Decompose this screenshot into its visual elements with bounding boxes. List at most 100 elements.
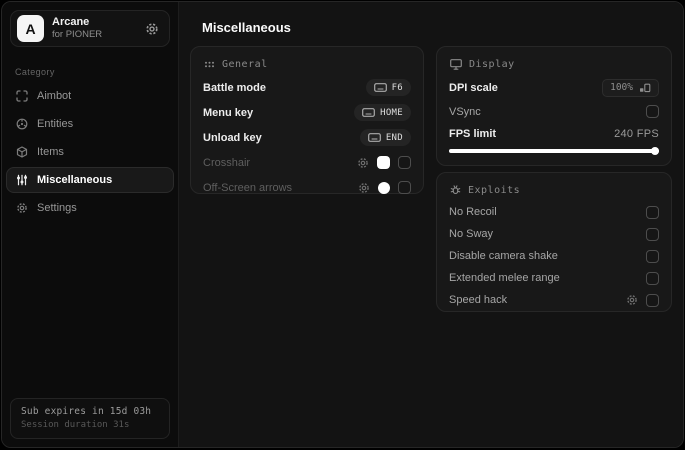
setting-row-unload-key: Unload key END: [203, 125, 411, 150]
keyboard-icon: [362, 108, 376, 117]
sidebar-item-label: Settings: [37, 202, 77, 214]
subscription-info: Sub expires in 15d 03h Session duration …: [10, 398, 170, 439]
sliders-icon: [16, 174, 28, 186]
general-panel: General Battle mode F6 Menu key HOME Unl…: [190, 46, 424, 194]
exploits-panel-header: Exploits: [450, 185, 659, 196]
display-panel-header: Display: [450, 59, 659, 70]
setting-label: Crosshair: [203, 156, 251, 169]
gear-icon[interactable]: [358, 182, 370, 194]
sidebar-item-settings[interactable]: Settings: [6, 195, 174, 221]
setting-row-menu-key: Menu key HOME: [203, 100, 411, 125]
sidebar-item-miscellaneous[interactable]: Miscellaneous: [6, 167, 174, 193]
setting-row-no-sway: No Sway: [449, 223, 659, 245]
setting-label: Menu key: [203, 106, 254, 119]
scale-icon: [639, 83, 651, 93]
sidebar-item-items[interactable]: Items: [6, 139, 174, 165]
setting-row-speed-hack: Speed hack: [449, 289, 659, 311]
keybind-badge[interactable]: HOME: [354, 104, 411, 121]
sub-expires-text: Sub expires in 15d 03h: [21, 406, 152, 417]
panel-header-label: Exploits: [468, 185, 521, 196]
setting-row-disable-camera-shake: Disable camera shake: [449, 245, 659, 267]
setting-row-crosshair: Crosshair: [203, 150, 411, 175]
scan-icon: [16, 90, 28, 102]
keyboard-icon: [367, 133, 381, 142]
disable-camera-shake-checkbox[interactable]: [646, 249, 659, 263]
keybind-value: F6: [391, 82, 403, 93]
app-title-block: Arcane for PIONER: [52, 16, 137, 42]
general-panel-header: General: [204, 59, 411, 70]
setting-label: VSync: [449, 105, 481, 118]
grid-icon: [204, 59, 215, 70]
setting-label: Unload key: [203, 131, 262, 144]
extended-melee-range-checkbox[interactable]: [646, 271, 659, 285]
bug-icon: [450, 185, 461, 196]
sidebar-item-entities[interactable]: Entities: [6, 111, 174, 137]
app-name: Arcane: [52, 15, 90, 28]
setting-row-fps-limit: FPS limit 240 FPS: [449, 123, 659, 144]
setting-label: Off-Screen arrows: [203, 181, 293, 194]
keybind-value: HOME: [380, 107, 403, 118]
no-recoil-checkbox[interactable]: [646, 205, 659, 219]
setting-row-extended-melee-range: Extended melee range: [449, 267, 659, 289]
exploits-panel: Exploits No Recoil No Sway Disable camer…: [436, 172, 672, 312]
vsync-checkbox[interactable]: [646, 105, 659, 118]
app-subtitle: for PIONER: [52, 29, 103, 41]
offscreen-arrows-checkbox[interactable]: [398, 181, 411, 194]
keybind-value: END: [385, 132, 403, 143]
setting-label: No Sway: [449, 228, 494, 240]
keyboard-icon: [373, 83, 387, 92]
dpi-scale-select[interactable]: 100%: [602, 78, 659, 97]
logo-letter: A: [25, 20, 36, 37]
sidebar-item-label: Miscellaneous: [37, 174, 113, 186]
setting-label: Extended melee range: [449, 272, 560, 284]
panel-header-label: Display: [469, 59, 515, 70]
cube-icon: [16, 146, 28, 158]
fps-limit-value: 240 FPS: [614, 127, 659, 140]
gear-icon[interactable]: [357, 157, 369, 169]
sidebar-item-label: Items: [37, 146, 64, 158]
setting-controls: [357, 156, 411, 169]
gear-icon[interactable]: [626, 294, 638, 306]
gear-icon[interactable]: [145, 22, 159, 36]
app-logo: A: [17, 15, 44, 42]
setting-label: DPI scale: [449, 81, 498, 94]
setting-row-vsync: VSync: [449, 100, 659, 123]
sidebar-item-aimbot[interactable]: Aimbot: [6, 83, 174, 109]
setting-row-no-recoil: No Recoil: [449, 201, 659, 223]
monitor-icon: [450, 59, 462, 70]
color-swatch[interactable]: [378, 181, 390, 194]
setting-label: Battle mode: [203, 81, 266, 94]
app-header-card: A Arcane for PIONER: [10, 10, 170, 47]
sidebar-item-label: Entities: [37, 118, 74, 130]
sidebar-nav: Aimbot Entities Items Miscellaneous Sett…: [2, 83, 178, 221]
setting-label: FPS limit: [449, 127, 497, 140]
slider-thumb[interactable]: [651, 147, 659, 155]
setting-label: No Recoil: [449, 206, 497, 218]
setting-label: Speed hack: [449, 294, 508, 306]
speed-hack-checkbox[interactable]: [646, 293, 659, 307]
setting-row-battle-mode: Battle mode F6: [203, 75, 411, 100]
page-title: Miscellaneous: [202, 20, 291, 35]
setting-row-dpi-scale: DPI scale 100%: [449, 75, 659, 100]
keybind-badge[interactable]: F6: [365, 79, 411, 96]
gear-icon: [16, 202, 28, 214]
sidebar: A Arcane for PIONER Category Aimbot Enti…: [2, 2, 179, 447]
category-label: Category: [15, 67, 55, 77]
dpi-scale-value: 100%: [610, 82, 633, 93]
setting-controls: [358, 181, 411, 194]
keybind-badge[interactable]: END: [359, 129, 411, 146]
no-sway-checkbox[interactable]: [646, 227, 659, 241]
session-duration-text: Session duration 31s: [21, 420, 130, 430]
main-content: Miscellaneous General Battle mode F6 Men…: [179, 2, 683, 447]
setting-controls: [626, 293, 659, 307]
app-window: A Arcane for PIONER Category Aimbot Enti…: [1, 1, 684, 448]
fps-limit-slider[interactable]: [449, 147, 659, 155]
crosshair-checkbox[interactable]: [398, 156, 411, 169]
panel-header-label: General: [222, 59, 268, 70]
sidebar-item-label: Aimbot: [37, 90, 72, 102]
color-swatch[interactable]: [377, 156, 390, 169]
radar-icon: [16, 118, 28, 130]
slider-fill: [449, 149, 659, 153]
display-panel: Display DPI scale 100% VSync FPS limit 2…: [436, 46, 672, 166]
setting-row-offscreen-arrows: Off-Screen arrows: [203, 175, 411, 200]
